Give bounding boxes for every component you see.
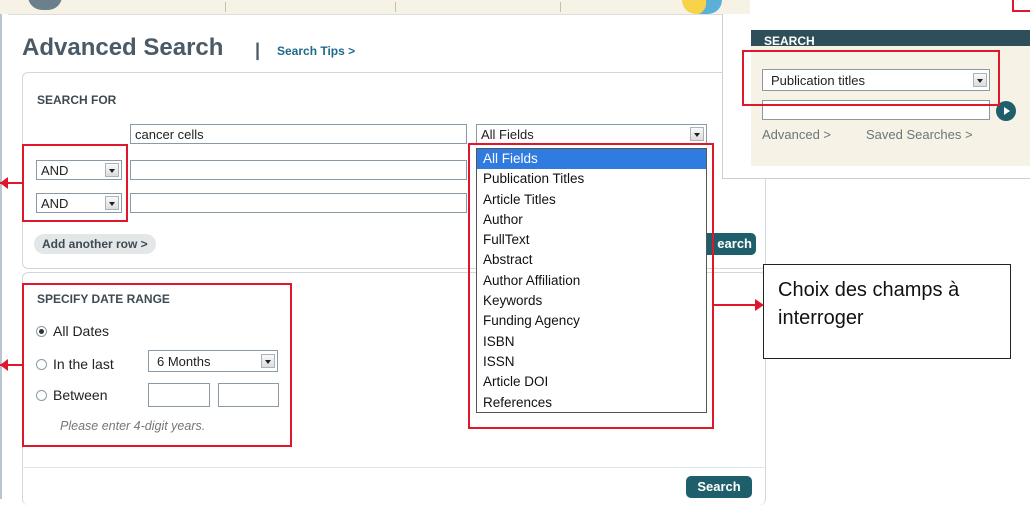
site-logo-icon bbox=[28, 0, 62, 10]
page-title: Advanced Search bbox=[22, 34, 224, 61]
nav-divider bbox=[225, 2, 226, 12]
search-for-heading: SEARCH FOR bbox=[37, 93, 117, 107]
add-another-row-button[interactable]: Add another row > bbox=[34, 234, 156, 254]
title-separator: | bbox=[255, 40, 261, 60]
search-term-value: cancer cells bbox=[135, 127, 204, 142]
chevron-down-icon[interactable] bbox=[690, 127, 704, 141]
saved-searches-link[interactable]: Saved Searches > bbox=[866, 127, 973, 142]
arrowhead-icon bbox=[755, 299, 764, 311]
brand-graphic-icon bbox=[682, 0, 722, 14]
field-select-value: All Fields bbox=[481, 127, 534, 142]
annotation-box-field-list bbox=[468, 143, 714, 429]
annotation-callout: Choix des champs à interroger bbox=[763, 264, 1011, 359]
arrowhead-icon bbox=[0, 177, 8, 189]
top-navigation-bar bbox=[0, 0, 750, 15]
search-term-input-1[interactable]: cancer cells bbox=[130, 124, 467, 144]
search-tips-link[interactable]: Search Tips > bbox=[277, 44, 355, 58]
annotation-box-date-range bbox=[22, 283, 292, 447]
field-select-1[interactable]: All Fields bbox=[476, 124, 707, 144]
quick-search-heading: SEARCH bbox=[764, 34, 815, 48]
annotation-line-top bbox=[1012, 10, 1030, 12]
annotation-box-scope bbox=[742, 50, 1000, 106]
search-term-input-2[interactable] bbox=[130, 160, 467, 180]
annotation-arrow-fields bbox=[714, 304, 755, 306]
search-term-input-3[interactable] bbox=[130, 193, 467, 213]
nav-divider bbox=[560, 2, 561, 12]
annotation-box-operators bbox=[22, 144, 128, 222]
divider bbox=[22, 467, 764, 468]
nav-divider bbox=[395, 2, 396, 12]
advanced-link[interactable]: Advanced > bbox=[762, 127, 831, 142]
search-button-bottom[interactable]: Search bbox=[686, 476, 752, 498]
arrowhead-icon bbox=[0, 359, 8, 371]
page-left-border bbox=[0, 14, 8, 499]
